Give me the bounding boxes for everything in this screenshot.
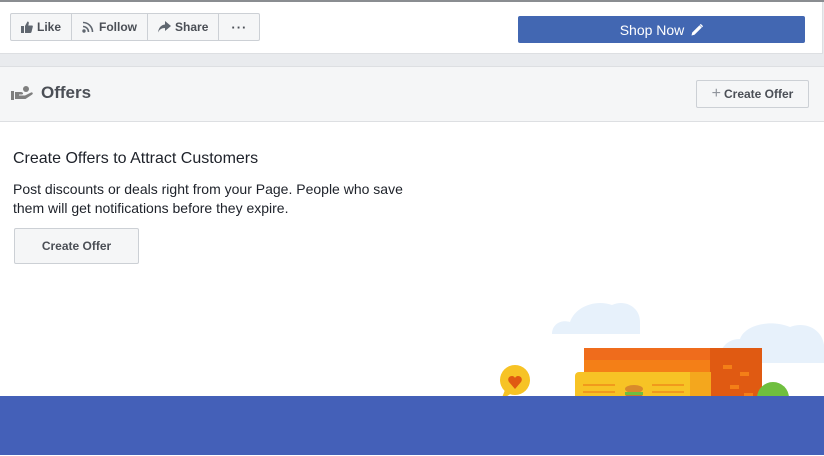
plus-icon: + <box>711 85 721 102</box>
thumbs-up-icon <box>21 21 33 33</box>
create-offer-header-label: Create Offer <box>723 87 794 101</box>
like-button[interactable]: Like <box>11 14 73 40</box>
offers-hand-icon <box>11 86 33 100</box>
rss-icon <box>82 21 94 33</box>
pencil-icon <box>691 23 704 35</box>
create-offer-header-button[interactable]: + Create Offer <box>696 80 809 108</box>
storefront-illustration <box>485 302 824 405</box>
follow-label: Follow <box>99 20 138 34</box>
follow-button[interactable]: Follow <box>72 14 149 40</box>
create-offer-label: Create Offer <box>41 239 112 253</box>
bottom-blue-band <box>0 396 824 455</box>
more-options-button[interactable]: ··· <box>219 14 259 40</box>
offers-panel-header: Offers + Create Offer <box>0 67 824 122</box>
page-action-buttons: Like Follow Share ··· <box>10 13 261 41</box>
share-label: Share <box>175 20 209 34</box>
offers-heading: Create Offers to Attract Customers <box>13 150 259 167</box>
offers-title: Offers <box>41 83 92 102</box>
offers-description: Post discounts or deals right from your … <box>13 181 403 216</box>
shop-now-button[interactable]: Shop Now <box>518 16 805 43</box>
shop-now-label: Shop Now <box>619 21 685 38</box>
create-offer-button[interactable]: Create Offer <box>14 228 139 264</box>
like-label: Like <box>37 20 62 34</box>
page-action-bar: Like Follow Share ··· Shop Now <box>0 2 823 54</box>
share-button[interactable]: Share <box>148 14 220 40</box>
more-options-icon: ··· <box>231 19 248 35</box>
share-arrow-icon <box>158 21 172 33</box>
